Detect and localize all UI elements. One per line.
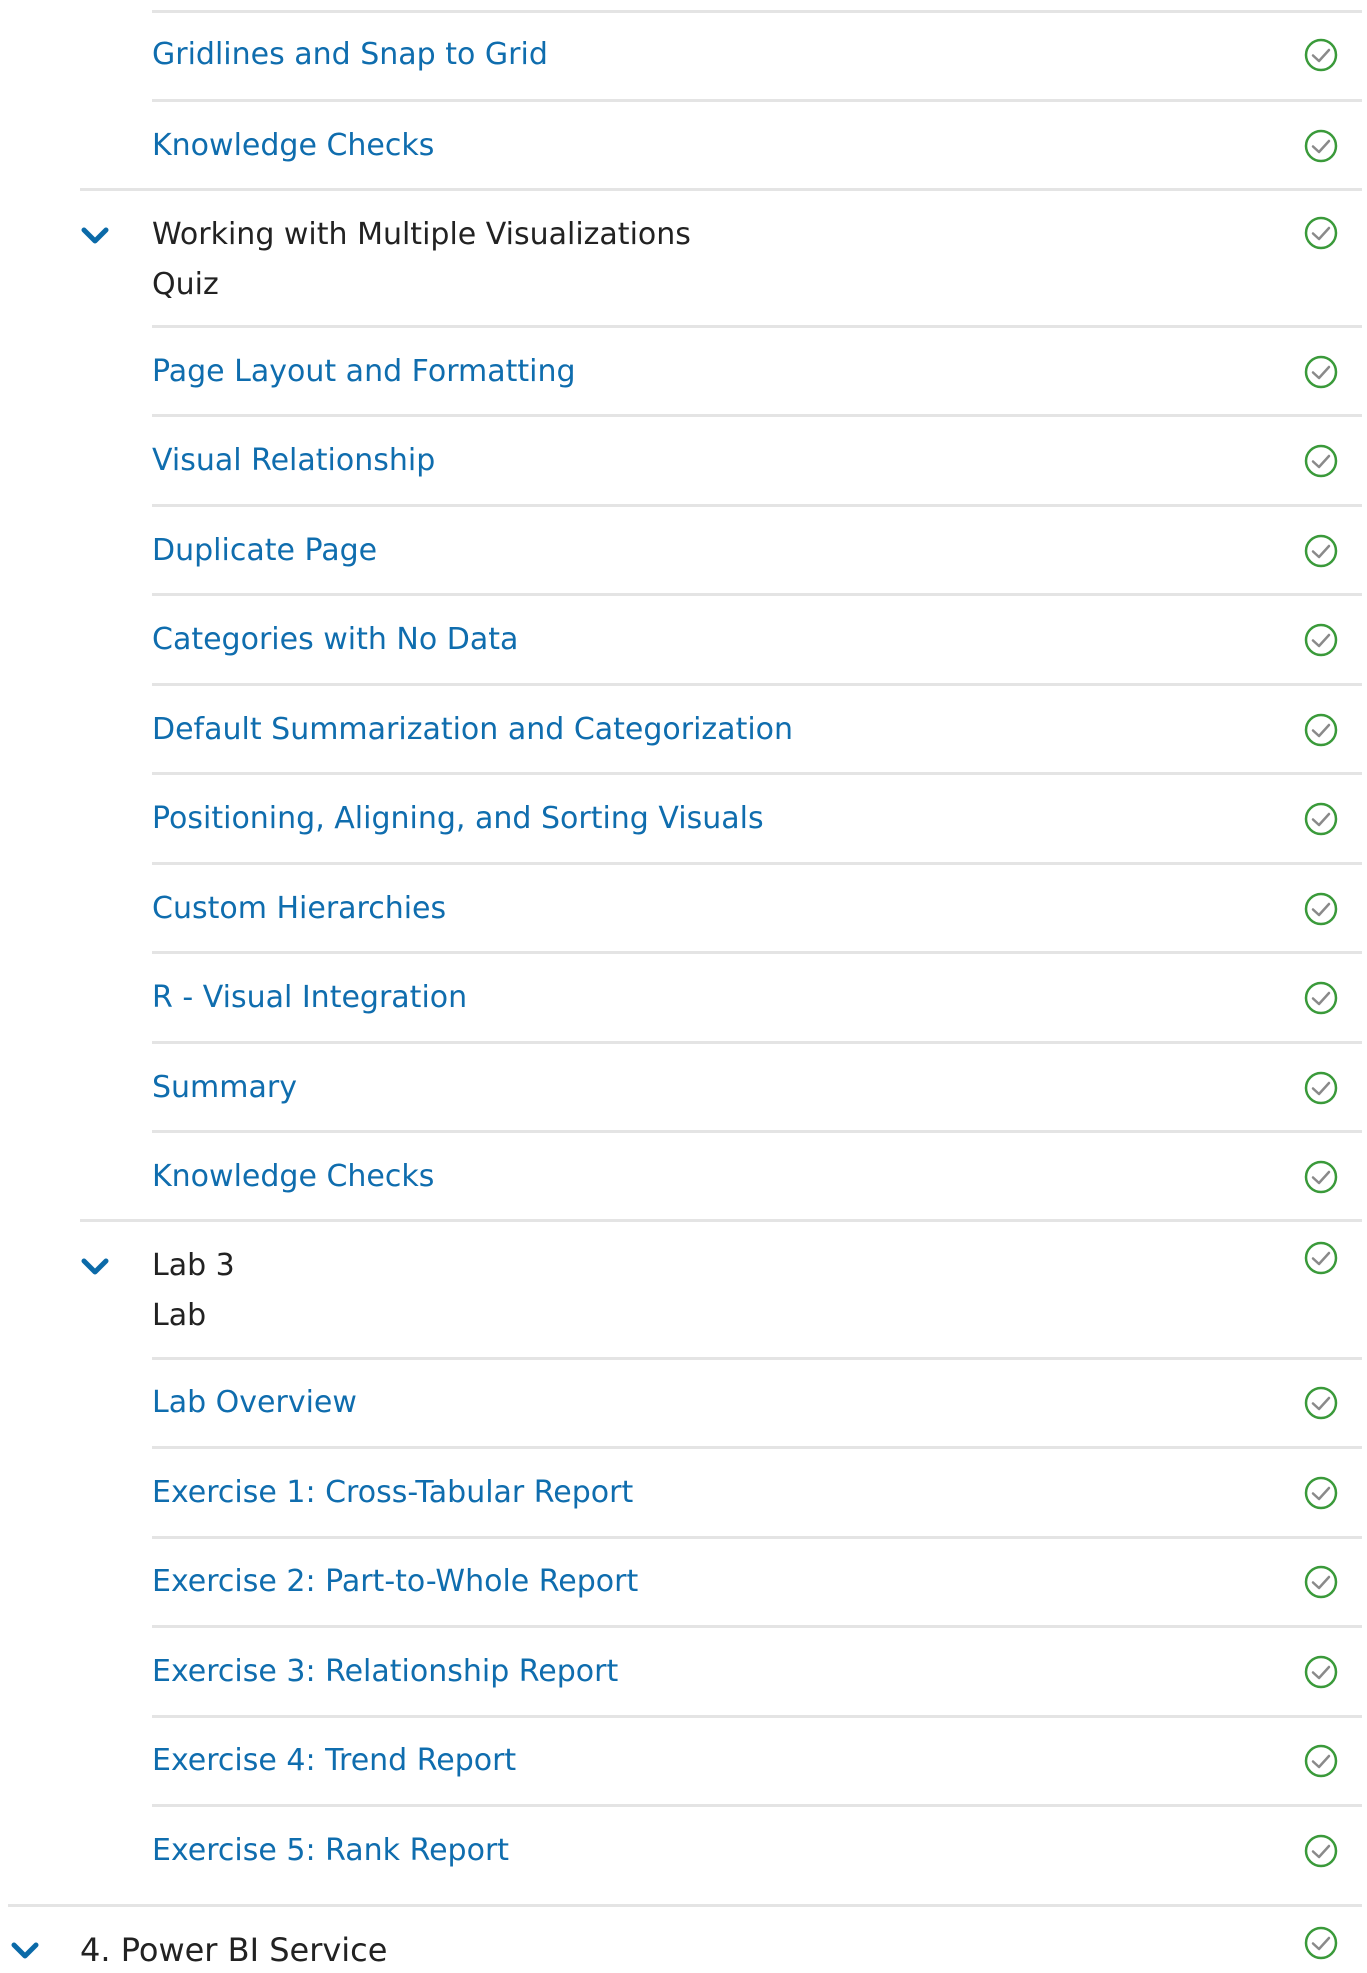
module-header: Working with Multiple Visualizations Qui… xyxy=(0,215,1367,310)
lesson-link[interactable]: Default Summarization and Categorization xyxy=(152,710,793,750)
lesson-link[interactable]: Exercise 2: Part-to-Whole Report xyxy=(152,1562,638,1602)
module-type: Lab xyxy=(152,1298,207,1333)
divider xyxy=(152,1715,1362,1718)
course-outline: Gridlines and Snap to Grid Knowledge Che… xyxy=(0,0,1367,1973)
list-item: Exercise 4: Trend Report xyxy=(0,1741,1367,1796)
lesson-link[interactable]: Knowledge Checks xyxy=(152,1157,434,1197)
list-item: Exercise 3: Relationship Report xyxy=(0,1652,1367,1707)
lesson-link[interactable]: Exercise 1: Cross-Tabular Report xyxy=(152,1473,633,1513)
check-circle-icon xyxy=(1304,534,1338,568)
divider xyxy=(152,593,1362,596)
section-title[interactable]: 4. Power BI Service xyxy=(80,1929,387,1971)
check-circle-icon xyxy=(1304,1386,1338,1420)
check-circle-icon xyxy=(1304,981,1338,1015)
chevron-down-icon[interactable] xyxy=(80,1257,110,1277)
module-title[interactable]: Lab 3 xyxy=(152,1246,235,1286)
check-circle-icon xyxy=(1304,355,1338,389)
lesson-link[interactable]: Categories with No Data xyxy=(152,620,518,660)
list-item: R - Visual Integration xyxy=(0,978,1367,1033)
section-header: 4. Power BI Service xyxy=(0,1926,1367,1973)
check-circle-icon xyxy=(1304,1565,1338,1599)
divider xyxy=(152,325,1362,328)
divider xyxy=(152,504,1362,507)
divider xyxy=(152,951,1362,954)
lesson-link[interactable]: Visual Relationship xyxy=(152,441,435,481)
lesson-link[interactable]: Exercise 3: Relationship Report xyxy=(152,1652,618,1692)
divider xyxy=(152,1804,1362,1807)
module-title[interactable]: Working with Multiple Visualizations xyxy=(152,215,691,255)
lesson-link[interactable]: Lab Overview xyxy=(152,1383,357,1423)
check-circle-icon xyxy=(1304,1655,1338,1689)
list-item: Exercise 2: Part-to-Whole Report xyxy=(0,1562,1367,1617)
list-item: Custom Hierarchies xyxy=(0,889,1367,944)
lesson-link[interactable]: Positioning, Aligning, and Sorting Visua… xyxy=(152,799,764,839)
list-item: Knowledge Checks xyxy=(0,1157,1367,1212)
check-circle-icon xyxy=(1304,1071,1338,1105)
list-item: Positioning, Aligning, and Sorting Visua… xyxy=(0,799,1367,854)
lesson-link[interactable]: Knowledge Checks xyxy=(152,126,434,166)
list-item: Knowledge Checks xyxy=(0,126,1367,181)
lesson-link[interactable]: Custom Hierarchies xyxy=(152,889,446,929)
check-circle-icon xyxy=(1304,1476,1338,1510)
divider xyxy=(152,683,1362,686)
list-item: Visual Relationship xyxy=(0,441,1367,496)
check-circle-icon xyxy=(1304,1744,1338,1778)
list-item: Duplicate Page xyxy=(0,531,1367,586)
divider xyxy=(152,99,1362,102)
divider xyxy=(152,1446,1362,1449)
list-item: Categories with No Data xyxy=(0,620,1367,675)
list-item: Gridlines and Snap to Grid xyxy=(0,35,1367,90)
check-circle-icon xyxy=(1304,892,1338,926)
check-circle-icon xyxy=(1304,1926,1338,1960)
list-item: Exercise 5: Rank Report xyxy=(0,1831,1367,1886)
list-item: Default Summarization and Categorization xyxy=(0,710,1367,765)
chevron-down-icon[interactable] xyxy=(10,1941,40,1961)
lesson-link[interactable]: Exercise 4: Trend Report xyxy=(152,1741,516,1781)
list-item: Lab Overview xyxy=(0,1383,1367,1438)
divider xyxy=(80,1219,1362,1222)
list-item: Page Layout and Formatting xyxy=(0,352,1367,407)
check-circle-icon xyxy=(1304,623,1338,657)
lesson-link[interactable]: Gridlines and Snap to Grid xyxy=(152,35,548,75)
lesson-link[interactable]: Summary xyxy=(152,1068,297,1108)
module-header: Lab 3 Lab xyxy=(0,1241,1367,1341)
lesson-link[interactable]: R - Visual Integration xyxy=(152,978,467,1018)
list-item: Exercise 1: Cross-Tabular Report xyxy=(0,1473,1367,1528)
divider xyxy=(152,772,1362,775)
lesson-link[interactable]: Page Layout and Formatting xyxy=(152,352,576,392)
lesson-link[interactable]: Exercise 5: Rank Report xyxy=(152,1831,509,1871)
check-circle-icon xyxy=(1304,38,1338,72)
check-circle-icon xyxy=(1304,444,1338,478)
check-circle-icon xyxy=(1304,713,1338,747)
lesson-link[interactable]: Duplicate Page xyxy=(152,531,377,571)
check-circle-icon xyxy=(1304,129,1338,163)
divider xyxy=(152,1536,1362,1539)
divider xyxy=(152,414,1362,417)
check-circle-icon xyxy=(1304,802,1338,836)
divider xyxy=(152,1625,1362,1628)
divider xyxy=(152,862,1362,865)
chevron-down-icon[interactable] xyxy=(80,226,110,246)
divider xyxy=(152,1041,1362,1044)
divider xyxy=(8,1904,1362,1907)
divider xyxy=(152,10,1362,13)
divider xyxy=(152,1130,1362,1133)
check-circle-icon xyxy=(1304,1160,1338,1194)
check-circle-icon xyxy=(1304,1241,1338,1275)
check-circle-icon xyxy=(1304,216,1338,250)
divider xyxy=(152,1357,1362,1360)
divider xyxy=(80,188,1362,191)
check-circle-icon xyxy=(1304,1834,1338,1868)
module-type: Quiz xyxy=(152,267,219,302)
list-item: Summary xyxy=(0,1068,1367,1123)
